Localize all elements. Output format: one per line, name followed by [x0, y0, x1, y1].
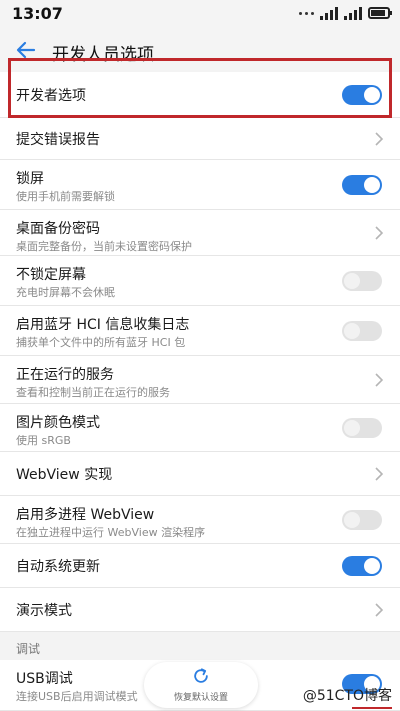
multiprocess-webview-label: 启用多进程 WebView [16, 507, 155, 523]
demo-mode-label: 演示模式 [16, 603, 72, 619]
desktop-backup-password-sub: 桌面完整备份，当前未设置密码保护 [16, 240, 192, 253]
network-speed-icon [299, 11, 314, 15]
chevron-right-icon [375, 603, 384, 617]
multiprocess-webview-toggle[interactable] [342, 510, 382, 530]
chevron-right-icon [375, 226, 384, 240]
bluetooth-hci-log-label: 启用蓝牙 HCI 信息收集日志 [16, 317, 190, 333]
row-multiprocess-webview[interactable]: 启用多进程 WebView 在独立进程中运行 WebView 渲染程序 [0, 496, 400, 544]
chevron-right-icon [375, 132, 384, 146]
auto-system-update-label: 自动系统更新 [16, 559, 100, 575]
restore-defaults-button[interactable]: 恢复默认设置 [144, 662, 258, 708]
row-submit-bug-report[interactable]: 提交错误报告 [0, 118, 400, 160]
section-debug: 调试 [0, 632, 400, 660]
lock-screen-label: 锁屏 [16, 171, 44, 187]
restore-defaults-label: 恢复默认设置 [173, 693, 228, 703]
row-picture-color-mode[interactable]: 图片颜色模式 使用 sRGB [0, 404, 400, 452]
row-lock-screen[interactable]: 锁屏使用手机前需要解锁 [0, 160, 400, 210]
webview-implementation-label: WebView 实现 [16, 467, 113, 483]
usb-debug-sub: 连接USB后启用调试模式 [16, 690, 138, 703]
picture-color-mode-toggle[interactable] [342, 418, 382, 438]
auto-system-update-toggle[interactable] [342, 556, 382, 576]
running-services-sub: 查看和控制当前正在运行的服务 [16, 386, 170, 399]
desktop-backup-password-label: 桌面备份密码 [16, 221, 100, 237]
battery-icon [368, 7, 392, 19]
chevron-right-icon [375, 467, 384, 481]
row-desktop-backup-password[interactable]: 桌面备份密码桌面完整备份，当前未设置密码保护 [0, 210, 400, 256]
page-title: 开发人员选项 [52, 45, 154, 65]
lock-screen-sub: 使用手机前需要解锁 [16, 190, 115, 203]
chevron-right-icon [375, 373, 384, 387]
developer-options-toggle[interactable] [342, 85, 382, 105]
row-demo-mode[interactable]: 演示模式 [0, 588, 400, 632]
row-running-services[interactable]: 正在运行的服务查看和控制当前正在运行的服务 [0, 356, 400, 404]
bluetooth-hci-log-sub: 捕获单个文件中的所有蓝牙 HCI 包 [16, 336, 186, 349]
row-webview-implementation[interactable]: WebView 实现 [0, 452, 400, 496]
refresh-icon [194, 668, 208, 683]
submit-bug-report-label: 提交错误报告 [16, 132, 100, 148]
status-bar: 13:07 [0, 0, 400, 30]
signal-icon-2 [344, 6, 362, 20]
picture-color-mode-label: 图片颜色模式 [16, 415, 100, 431]
lock-screen-toggle[interactable] [342, 175, 382, 195]
stay-awake-label: 不锁定屏幕 [16, 267, 86, 283]
row-auto-system-update[interactable]: 自动系统更新 [0, 544, 400, 588]
watermark-underline [352, 707, 392, 709]
multiprocess-webview-sub: 在独立进程中运行 WebView 渲染程序 [16, 526, 206, 539]
stay-awake-sub: 充电时屏幕不会休眠 [16, 286, 115, 299]
watermark: @51CTO博客 [302, 685, 392, 709]
title-bar: 开发人员选项 [0, 30, 400, 70]
stay-awake-toggle[interactable] [342, 271, 382, 291]
status-time: 13:07 [12, 4, 63, 23]
status-icons [299, 6, 392, 20]
usb-debug-label: USB调试 [16, 671, 73, 687]
section-header: 调试 [16, 642, 41, 656]
back-arrow-icon[interactable] [14, 38, 38, 62]
watermark-text: @51CTO博客 [302, 688, 392, 704]
bluetooth-hci-log-toggle[interactable] [342, 321, 382, 341]
row-developer-options[interactable]: 开发者选项 [0, 72, 400, 118]
developer-options-label: 开发者选项 [16, 88, 86, 104]
picture-color-mode-sub: 使用 sRGB [16, 434, 71, 447]
signal-icon [320, 6, 338, 20]
row-stay-awake[interactable]: 不锁定屏幕充电时屏幕不会休眠 [0, 256, 400, 306]
running-services-label: 正在运行的服务 [16, 367, 114, 383]
row-bluetooth-hci-log[interactable]: 启用蓝牙 HCI 信息收集日志 捕获单个文件中的所有蓝牙 HCI 包 [0, 306, 400, 356]
